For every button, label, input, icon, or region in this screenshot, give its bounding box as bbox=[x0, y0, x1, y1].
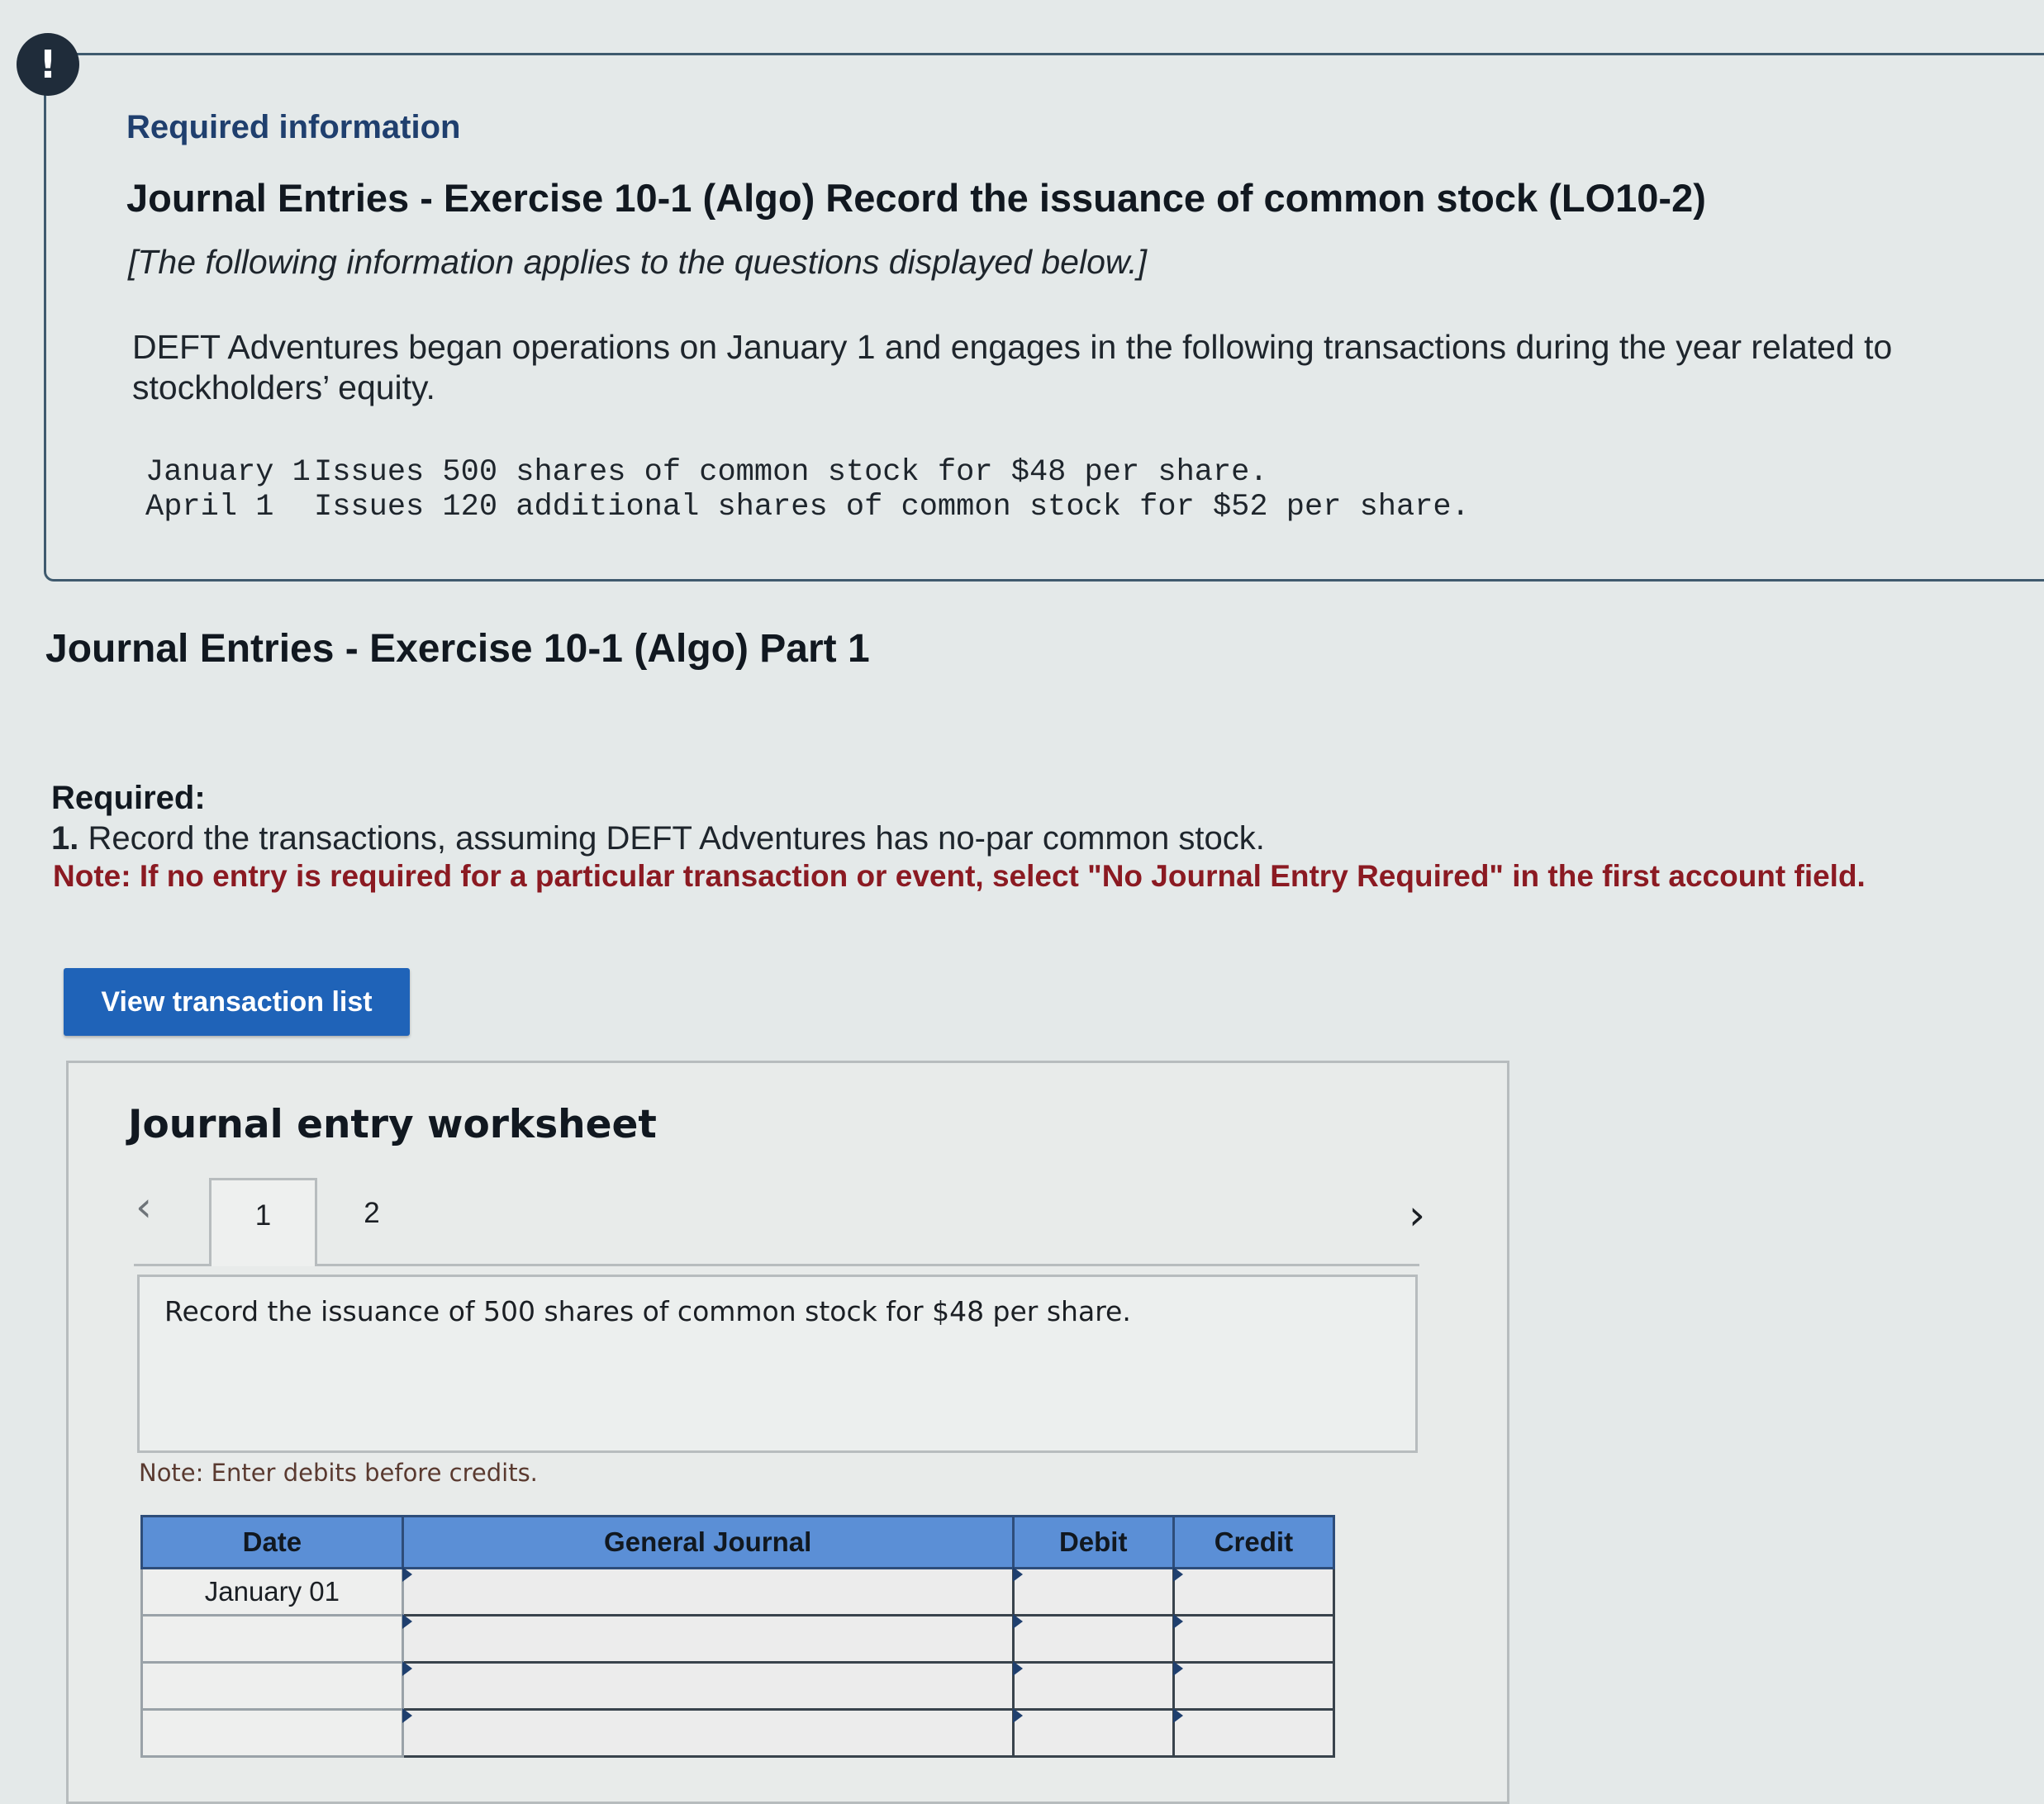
part-title: Journal Entries - Exercise 10-1 (Algo) P… bbox=[45, 627, 870, 671]
dropdown-marker-icon bbox=[1012, 1614, 1023, 1629]
date-header: Date bbox=[140, 1515, 404, 1569]
tab-divider bbox=[134, 1264, 1419, 1266]
chevron-right-icon[interactable]: › bbox=[1409, 1191, 1425, 1239]
credit-field[interactable] bbox=[1172, 1614, 1336, 1664]
date-cell bbox=[140, 1614, 404, 1664]
transaction-row: January 1 Issues 500 shares of common sto… bbox=[145, 455, 1268, 490]
dropdown-marker-icon bbox=[402, 1614, 412, 1629]
dropdown-marker-icon bbox=[1012, 1708, 1023, 1723]
credit-field[interactable] bbox=[1172, 1567, 1336, 1616]
dropdown-marker-icon bbox=[1172, 1708, 1183, 1723]
required-info-heading: Required information bbox=[126, 109, 461, 145]
dropdown-marker-icon bbox=[1012, 1567, 1023, 1582]
transaction-date: January 1 bbox=[145, 455, 311, 490]
table-row: January 01 bbox=[140, 1567, 1336, 1616]
transaction-text: Issues 120 additional shares of common s… bbox=[314, 490, 1470, 525]
general-journal-header: General Journal bbox=[401, 1515, 1015, 1569]
dropdown-marker-icon bbox=[402, 1567, 412, 1582]
required-label: Required: bbox=[51, 780, 206, 816]
chevron-left-icon[interactable]: ‹ bbox=[135, 1183, 152, 1231]
required-item-number: 1. bbox=[51, 820, 79, 857]
alert-icon: ! bbox=[17, 33, 79, 96]
dropdown-marker-icon bbox=[1012, 1661, 1023, 1676]
dropdown-marker-icon bbox=[402, 1708, 412, 1723]
company-description: DEFT Adventures began operations on Janu… bbox=[132, 328, 1893, 406]
required-item-text: Record the transactions, assuming DEFT A… bbox=[78, 820, 1265, 857]
account-field[interactable] bbox=[401, 1708, 1015, 1758]
worksheet-title: Journal entry worksheet bbox=[128, 1102, 657, 1147]
transaction-prompt: Record the issuance of 500 shares of com… bbox=[164, 1295, 1131, 1327]
credit-header: Credit bbox=[1172, 1515, 1336, 1569]
table-row bbox=[140, 1614, 1336, 1664]
dropdown-marker-icon bbox=[1172, 1567, 1183, 1582]
table-row bbox=[140, 1708, 1336, 1758]
dropdown-marker-icon bbox=[1172, 1614, 1183, 1629]
account-field[interactable] bbox=[401, 1567, 1015, 1616]
transaction-text: Issues 500 shares of common stock for $4… bbox=[314, 455, 1268, 490]
date-cell bbox=[140, 1708, 404, 1758]
date-cell: January 01 bbox=[140, 1567, 404, 1616]
applies-note: [The following information applies to th… bbox=[128, 243, 1148, 281]
debits-note: Note: Enter debits before credits. bbox=[139, 1459, 538, 1487]
debit-field[interactable] bbox=[1011, 1708, 1175, 1758]
dropdown-marker-icon bbox=[1172, 1661, 1183, 1676]
view-transaction-list-button[interactable]: View transaction list bbox=[64, 968, 410, 1036]
date-cell bbox=[140, 1661, 404, 1711]
tab-1[interactable]: 1 bbox=[209, 1178, 317, 1266]
debit-field[interactable] bbox=[1011, 1567, 1175, 1616]
debit-header: Debit bbox=[1011, 1515, 1175, 1569]
tab-2[interactable]: 2 bbox=[347, 1178, 397, 1260]
journal-table: Date General Journal Debit Credit Januar… bbox=[140, 1515, 1336, 1787]
debit-field[interactable] bbox=[1011, 1661, 1175, 1711]
table-header-row: Date General Journal Debit Credit bbox=[140, 1515, 1336, 1569]
transaction-date: April 1 bbox=[145, 490, 274, 525]
exercise-title: Journal Entries - Exercise 10-1 (Algo) R… bbox=[126, 176, 1706, 220]
account-field[interactable] bbox=[401, 1614, 1015, 1664]
debit-field[interactable] bbox=[1011, 1614, 1175, 1664]
dropdown-marker-icon bbox=[402, 1661, 412, 1676]
transaction-row: April 1 Issues 120 additional shares of c… bbox=[145, 490, 1470, 525]
credit-field[interactable] bbox=[1172, 1708, 1336, 1758]
no-entry-note: Note: If no entry is required for a part… bbox=[53, 859, 1866, 893]
account-field[interactable] bbox=[401, 1661, 1015, 1711]
table-row bbox=[140, 1661, 1336, 1711]
credit-field[interactable] bbox=[1172, 1661, 1336, 1711]
required-item: 1. Record the transactions, assuming DEF… bbox=[51, 820, 1265, 857]
